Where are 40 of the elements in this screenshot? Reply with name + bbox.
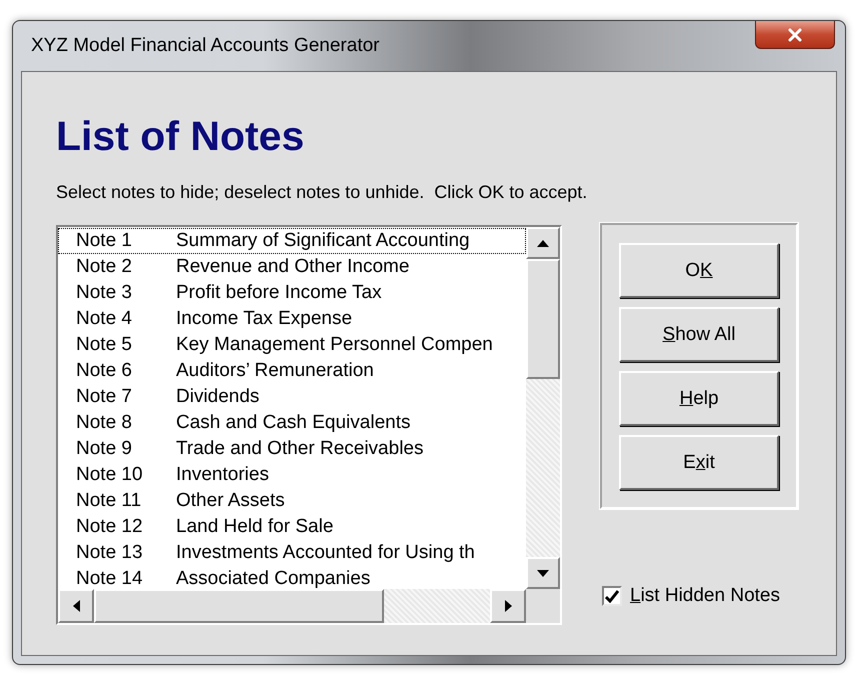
scroll-right-button[interactable] [490, 589, 526, 623]
scroll-down-button[interactable] [526, 557, 560, 589]
dialog-button[interactable]: Show All [619, 307, 779, 362]
note-item[interactable]: Note 1 Summary of Significant Accounting [58, 228, 526, 254]
dialog-button[interactable]: Help [619, 371, 779, 426]
right-arrow-icon [504, 600, 512, 612]
note-item[interactable]: Note 9 Trade and Other Receivables [58, 436, 526, 462]
note-item[interactable]: Note 2 Revenue and Other Income [58, 254, 526, 280]
down-arrow-icon [537, 570, 549, 576]
close-button[interactable] [755, 21, 835, 49]
note-item[interactable]: Note 13 Investments Accounted for Using th [58, 540, 526, 566]
check-icon [605, 590, 619, 602]
note-item[interactable]: Note 6 Auditors’ Remuneration [58, 358, 526, 384]
note-item[interactable]: Note 5 Key Management Personnel Compen [58, 332, 526, 358]
dialog-button[interactable]: OK [619, 243, 779, 298]
checkbox-label[interactable]: List Hidden Notes [630, 585, 780, 607]
note-item[interactable]: Note 3 Profit before Income Tax [58, 280, 526, 306]
instruction-text: Select notes to hide; deselect notes to unhide. Click OK to accept. [56, 182, 588, 203]
note-item[interactable]: Note 10 Inventories [58, 462, 526, 488]
up-arrow-icon [537, 240, 549, 246]
left-arrow-icon [72, 600, 80, 612]
scroll-thumb[interactable] [94, 589, 384, 623]
scrollbar-corner [526, 589, 560, 623]
vertical-scrollbar[interactable] [526, 227, 560, 589]
notes-listbox[interactable] [56, 225, 562, 625]
window-title: XYZ Model Financial Accounts Generator [31, 35, 380, 57]
note-item[interactable]: Note 14 Associated Companies [58, 566, 526, 589]
note-item[interactable]: Note 4 Income Tax Expense [58, 306, 526, 332]
note-item[interactable]: Note 12 Land Held for Sale [58, 514, 526, 540]
note-item[interactable]: Note 11 Other Assets [58, 488, 526, 514]
close-icon [787, 28, 803, 42]
note-item[interactable]: Note 7 Dividends [58, 384, 526, 410]
note-item[interactable]: Note 8 Cash and Cash Equivalents [58, 410, 526, 436]
dialog-heading: List of Notes [56, 112, 306, 160]
checkbox[interactable] [602, 586, 622, 606]
dialog-button[interactable]: Exit [619, 435, 779, 490]
scroll-left-button[interactable] [58, 589, 94, 623]
scroll-up-button[interactable] [526, 227, 560, 259]
scroll-thumb[interactable] [526, 259, 560, 379]
horizontal-scrollbar[interactable] [58, 589, 560, 623]
